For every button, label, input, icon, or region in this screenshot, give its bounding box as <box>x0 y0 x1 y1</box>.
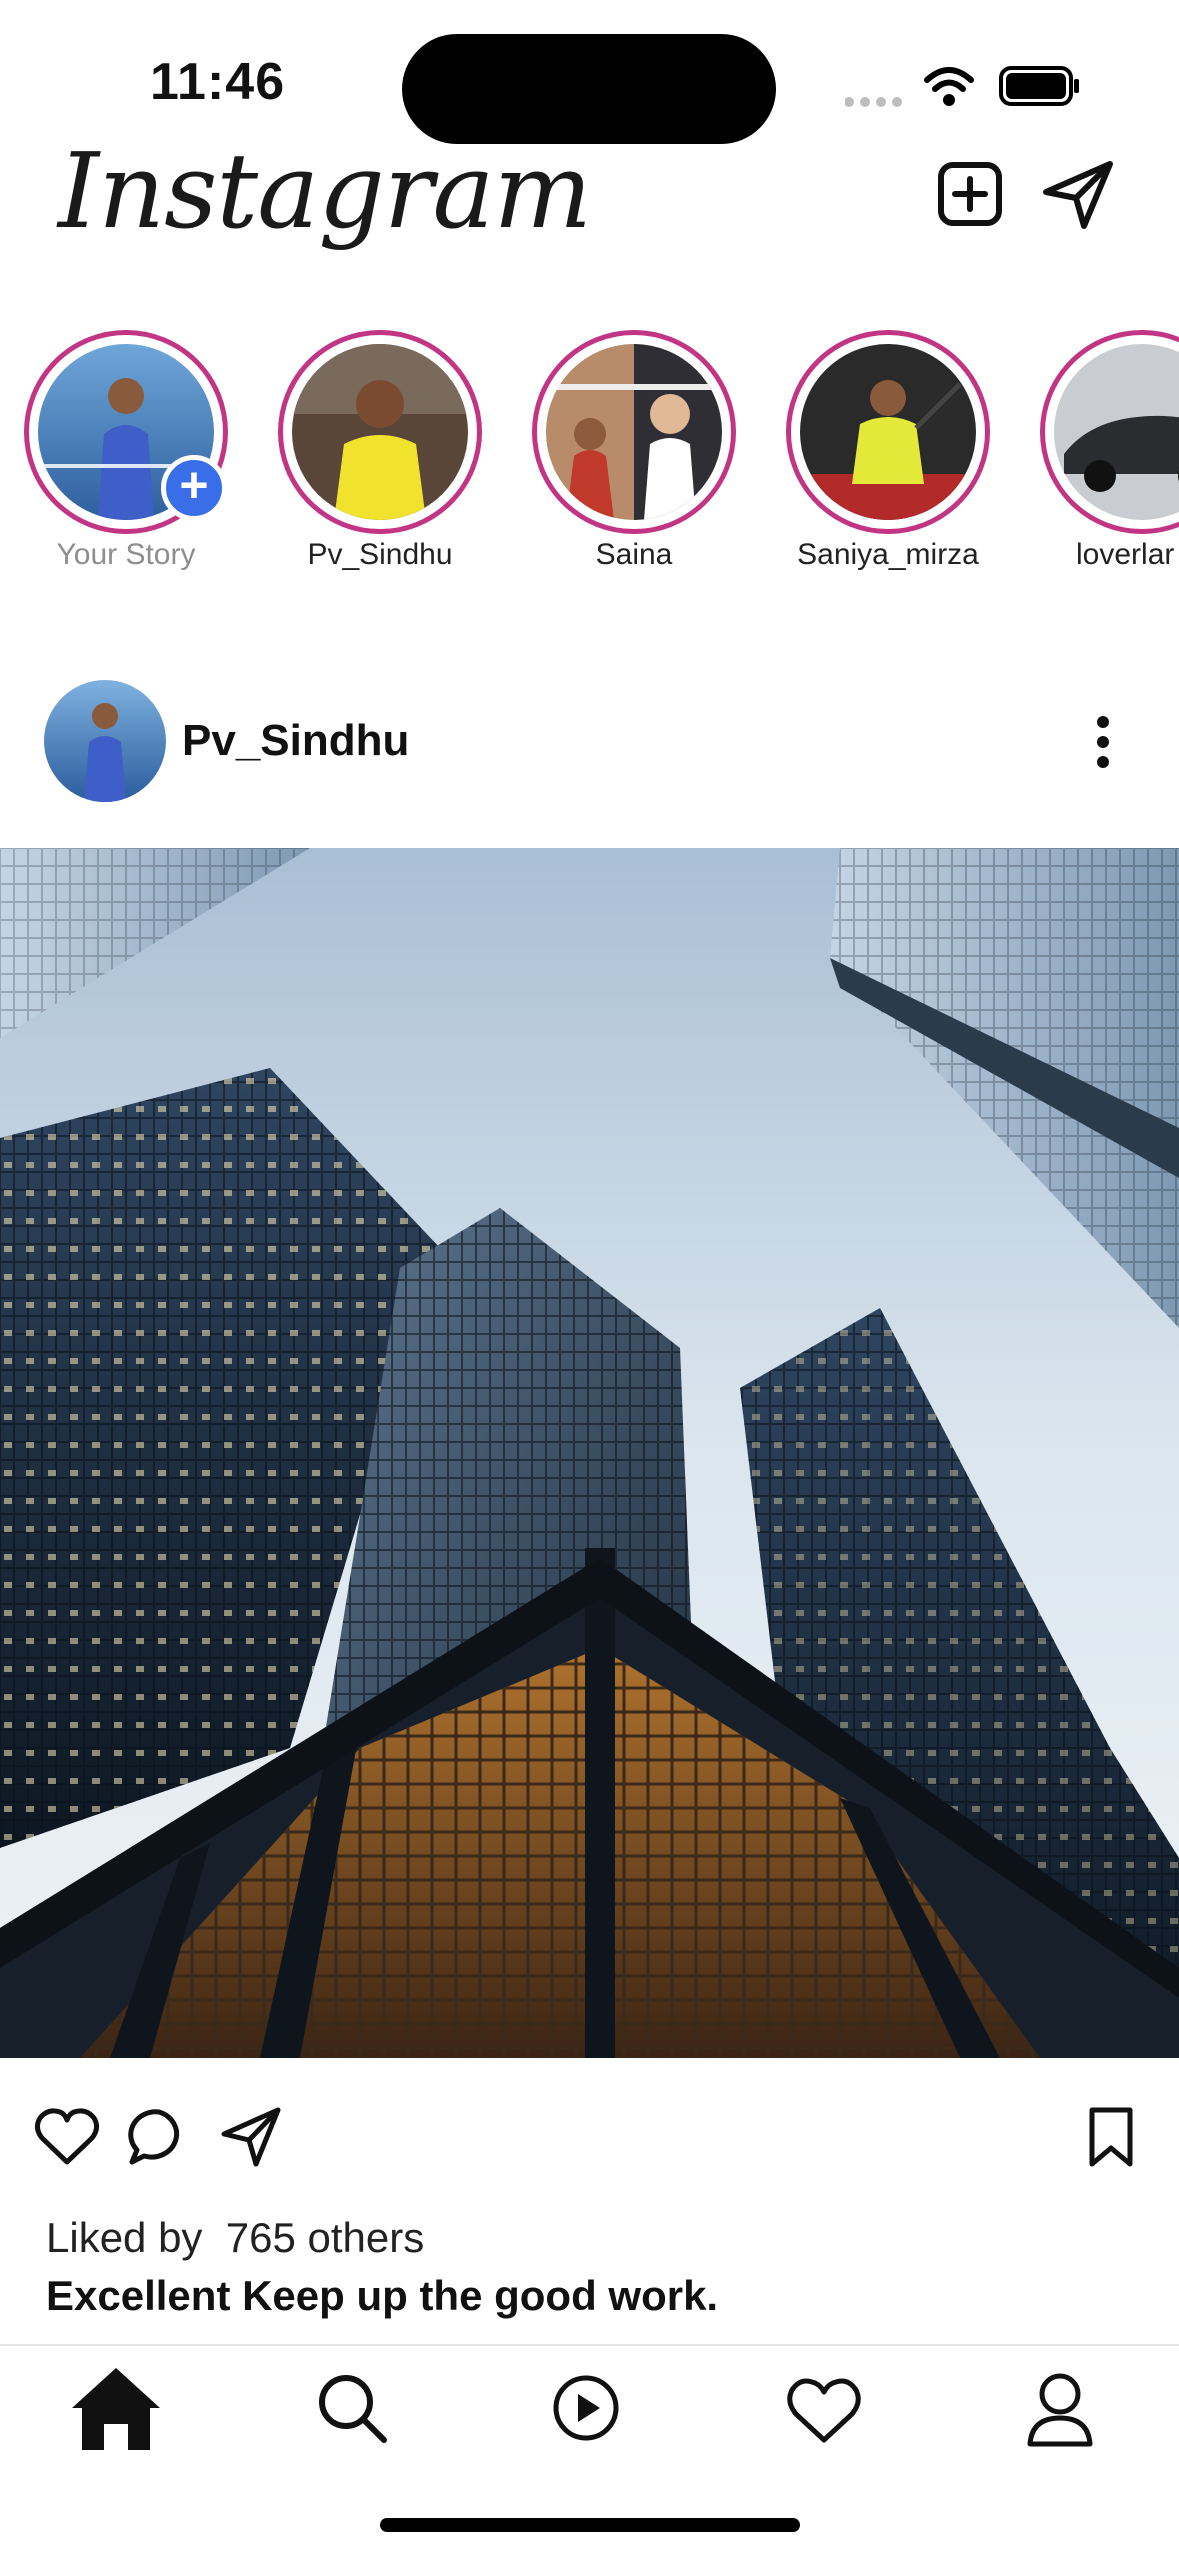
story-ring: + <box>24 330 228 534</box>
new-post-button[interactable] <box>930 154 1010 234</box>
direct-message-button[interactable] <box>1038 154 1118 234</box>
story-saina[interactable]: Saina <box>532 330 736 572</box>
story-label: Saniya_mirza <box>797 538 979 571</box>
instagram-logo: Instagram <box>58 130 592 252</box>
tab-profile[interactable] <box>1010 2358 1110 2458</box>
story-ring <box>1040 330 1179 534</box>
post-username[interactable]: Pv_Sindhu <box>182 716 409 766</box>
like-icon <box>34 2108 100 2165</box>
story-avatar <box>292 344 468 520</box>
add-story-icon[interactable]: + <box>161 455 227 521</box>
story-ring <box>278 330 482 534</box>
share-button[interactable] <box>216 2102 286 2172</box>
tab-search[interactable] <box>302 2358 402 2458</box>
new-post-icon <box>938 162 1002 226</box>
dynamic-island <box>402 34 776 144</box>
more-options-icon <box>1097 716 1109 768</box>
status-icons <box>844 62 1085 112</box>
post-caption: Excellent Keep up the good work. <box>46 2272 719 2319</box>
status-time: 11:46 <box>150 53 286 111</box>
story-label: loverlar <box>1076 538 1175 571</box>
reels-icon <box>553 2375 619 2441</box>
story-ring <box>532 330 736 534</box>
home-icon <box>72 2368 160 2450</box>
story-label: Saina <box>595 538 673 571</box>
story-saniya-mirza[interactable]: Saniya_mirza <box>786 330 990 572</box>
cellular-icon <box>844 97 902 107</box>
story-avatar <box>800 344 976 520</box>
like-button[interactable] <box>32 2102 102 2172</box>
comment-icon <box>128 2109 180 2165</box>
search-icon <box>319 2375 387 2443</box>
tab-bar-divider <box>0 2344 1179 2346</box>
story-ring <box>786 330 990 534</box>
tab-activity[interactable] <box>774 2358 874 2458</box>
save-icon <box>1089 2107 1133 2167</box>
story-pv-sindhu[interactable]: Pv_Sindhu <box>278 330 482 572</box>
story-your-story[interactable]: + Your Story <box>24 330 228 572</box>
stories-tray[interactable]: + Your Story Pv_Sindhu Saina Saniya_mirz… <box>0 330 1179 590</box>
comment-button[interactable] <box>124 2102 194 2172</box>
story-label: Pv_Sindhu <box>307 538 453 571</box>
profile-icon <box>1027 2373 1093 2447</box>
story-avatar <box>546 344 722 520</box>
direct-message-icon <box>1043 161 1113 229</box>
wifi-icon <box>924 67 974 106</box>
story-loverlar[interactable]: loverlar <box>1040 330 1179 572</box>
post-image[interactable] <box>0 848 1179 2058</box>
battery-icon <box>999 66 1079 106</box>
home-indicator <box>380 2518 800 2532</box>
tab-reels[interactable] <box>536 2358 636 2458</box>
post-author-avatar[interactable] <box>44 680 166 802</box>
story-label: Your Story <box>56 538 196 571</box>
likes-count[interactable]: Liked by 765 others <box>46 2214 424 2262</box>
post-options-button[interactable] <box>1080 712 1126 772</box>
tab-home[interactable] <box>66 2358 166 2458</box>
story-avatar <box>1054 344 1179 520</box>
save-button[interactable] <box>1076 2102 1146 2172</box>
share-icon <box>221 2107 281 2167</box>
activity-icon <box>787 2378 861 2443</box>
